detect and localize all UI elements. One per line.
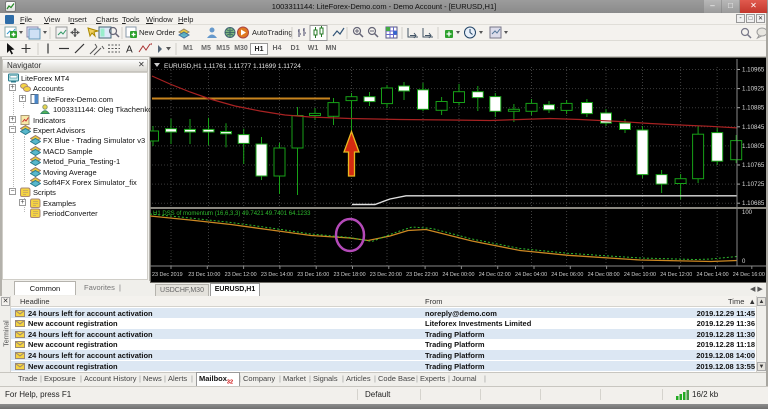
svg-text:24 Dec 10:00: 24 Dec 10:00 <box>624 272 656 278</box>
svg-text:100: 100 <box>742 210 753 216</box>
svg-text:24 Dec 04:00: 24 Dec 04:00 <box>515 272 547 278</box>
svg-text:24 Dec 02:00: 24 Dec 02:00 <box>479 272 511 278</box>
svg-text:23 Dec 20:00: 23 Dec 20:00 <box>370 272 402 278</box>
svg-text:23 Dec 22:00: 23 Dec 22:00 <box>406 272 438 278</box>
svg-text:24 Dec 06:00: 24 Dec 06:00 <box>551 272 583 278</box>
svg-text:1.10765: 1.10765 <box>742 162 765 169</box>
svg-text:A: A <box>126 45 133 56</box>
svg-text:1.10725: 1.10725 <box>742 181 765 188</box>
svg-text:1.10885: 1.10885 <box>742 105 765 112</box>
svg-text:24 Dec 14:00: 24 Dec 14:00 <box>697 272 729 278</box>
svg-text:24 Dec 12:00: 24 Dec 12:00 <box>660 272 692 278</box>
svg-text:1.10685: 1.10685 <box>742 200 765 207</box>
svg-text:1.10965: 1.10965 <box>742 67 765 74</box>
svg-text:24 Dec 08:00: 24 Dec 08:00 <box>588 272 620 278</box>
svg-text:24 Dec 00:00: 24 Dec 00:00 <box>442 272 474 278</box>
svg-text:23 Dec 14:00: 23 Dec 14:00 <box>261 272 293 278</box>
svg-text:1.10845: 1.10845 <box>742 124 765 131</box>
svg-text:23 Dec 10:00: 23 Dec 10:00 <box>188 272 220 278</box>
svg-text:1.10925: 1.10925 <box>742 86 765 93</box>
svg-text:23 Dec 18:00: 23 Dec 18:00 <box>334 272 366 278</box>
svg-text:24 Dec 16:00: 24 Dec 16:00 <box>733 272 765 278</box>
svg-text:H1 DSS of momentum (16,6,3,3): H1 DSS of momentum (16,6,3,3) 49.7421 49… <box>153 211 311 217</box>
svg-text:23 Dec 12:00: 23 Dec 12:00 <box>225 272 257 278</box>
svg-text:1.10805: 1.10805 <box>742 143 765 150</box>
svg-text:23 Dec 2019: 23 Dec 2019 <box>152 272 183 278</box>
svg-text:23 Dec 16:00: 23 Dec 16:00 <box>297 272 329 278</box>
svg-text:EURUSD,H1 1.11761 1.11777 1.1: EURUSD,H1 1.11761 1.11777 1.11699 1.1172… <box>164 63 301 70</box>
